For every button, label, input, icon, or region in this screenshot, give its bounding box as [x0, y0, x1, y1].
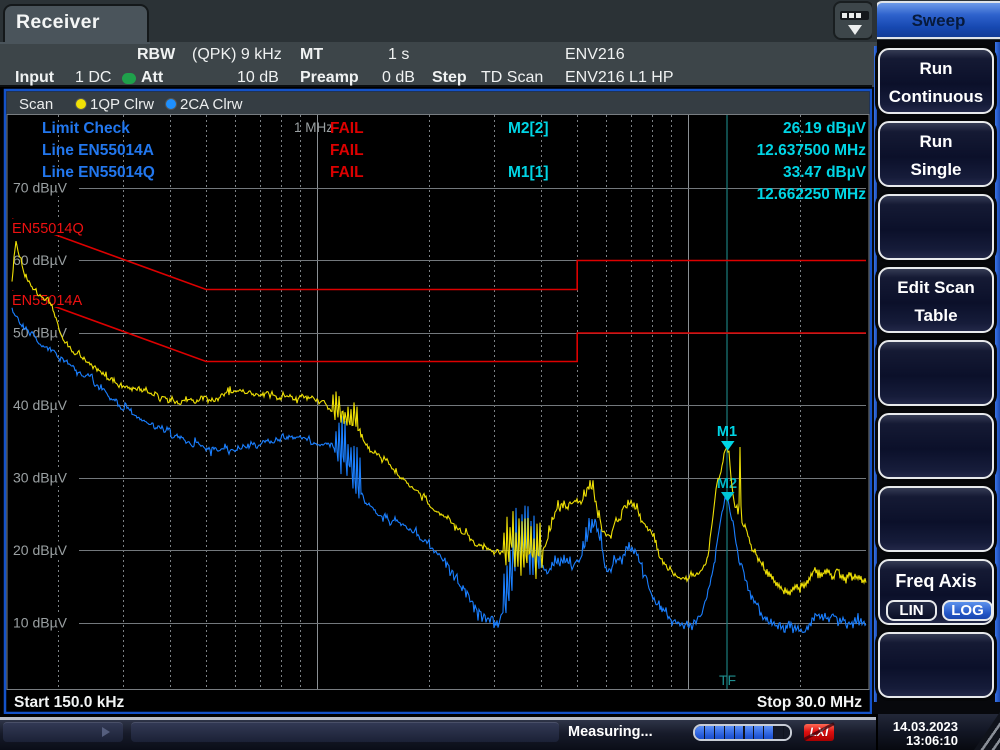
svg-text:70 dBµV: 70 dBµV	[13, 180, 68, 196]
svg-text:12.637500 MHz: 12.637500 MHz	[757, 142, 867, 159]
svg-text:2CA Clrw: 2CA Clrw	[180, 96, 243, 113]
svg-text:FAIL: FAIL	[330, 120, 364, 137]
svg-text:30 dBµV: 30 dBµV	[13, 470, 68, 486]
svg-text:FAIL: FAIL	[330, 164, 364, 181]
svg-text:40 dBµV: 40 dBµV	[13, 397, 68, 413]
svg-text:1QP Clrw: 1QP Clrw	[90, 96, 154, 113]
svg-text:12.662250 MHz: 12.662250 MHz	[757, 186, 867, 203]
svg-text:EN55014A: EN55014A	[12, 293, 82, 309]
svg-text:Line EN55014A: Line EN55014A	[42, 142, 154, 159]
svg-text:Limit Check: Limit Check	[42, 120, 130, 137]
svg-text:TF: TF	[719, 672, 736, 688]
svg-text:Start 150.0 kHz: Start 150.0 kHz	[14, 694, 125, 711]
svg-text:FAIL: FAIL	[330, 142, 364, 159]
svg-text:Scan: Scan	[19, 96, 53, 113]
svg-text:M1[1]: M1[1]	[508, 164, 548, 181]
svg-text:M2[2]: M2[2]	[508, 120, 548, 137]
svg-text:10 dBµV: 10 dBµV	[13, 615, 68, 631]
svg-text:EN55014Q: EN55014Q	[12, 221, 84, 237]
svg-text:Stop 30.0 MHz: Stop 30.0 MHz	[757, 694, 862, 711]
svg-text:Line EN55014Q: Line EN55014Q	[42, 164, 155, 181]
svg-text:33.47 dBµV: 33.47 dBµV	[783, 164, 867, 181]
svg-text:20 dBµV: 20 dBµV	[13, 542, 68, 558]
svg-text:M2: M2	[717, 476, 737, 492]
svg-text:M1: M1	[717, 424, 737, 440]
svg-text:26.19 dBµV: 26.19 dBµV	[783, 120, 867, 137]
svg-text:1 MHz: 1 MHz	[294, 120, 333, 135]
